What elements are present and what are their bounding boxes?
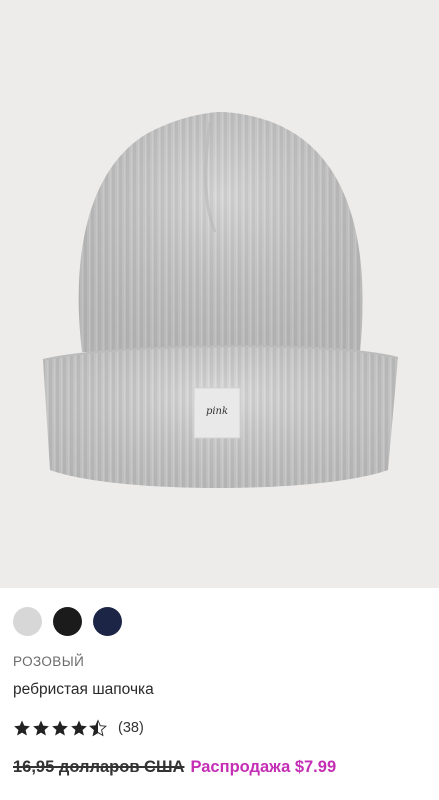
knit-beanie-image: pink (0, 0, 439, 588)
star-icon (33, 720, 49, 736)
rating-stars (13, 719, 107, 737)
swatch-grey[interactable] (13, 607, 42, 636)
label-text: pink (206, 406, 228, 417)
star-icon (71, 720, 87, 736)
star-icon (52, 720, 68, 736)
sale-price: Распродажа $7.99 (190, 758, 337, 776)
price-row: 16,95 долларов США Распродажа $7.99 (13, 758, 336, 777)
product-card[interactable]: pink РОЗОВЫЙ ребристая шапочка (38) 16,9… (0, 0, 439, 800)
original-price: 16,95 долларов США (13, 758, 185, 776)
rating-count: (38) (118, 720, 144, 736)
swatch-black[interactable] (53, 607, 82, 636)
product-rating[interactable]: (38) (13, 719, 144, 737)
swatch-navy[interactable] (93, 607, 122, 636)
product-brand: РОЗОВЫЙ (13, 654, 85, 669)
product-name[interactable]: ребристая шапочка (13, 681, 154, 699)
product-image[interactable]: pink (0, 0, 439, 588)
star-icon (14, 720, 30, 736)
color-swatches (13, 607, 122, 636)
half-star-icon (89, 719, 107, 737)
